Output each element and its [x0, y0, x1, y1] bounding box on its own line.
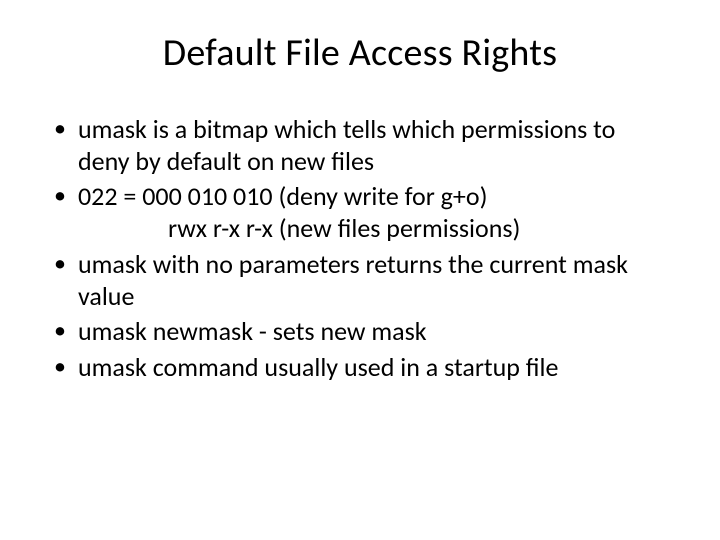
list-item: umask is a bitmap which tells which perm…: [48, 114, 672, 177]
slide-title: Default File Access Rights: [48, 30, 672, 76]
bullet-text: umask is a bitmap which tells which perm…: [78, 113, 615, 177]
list-item: umask command usually used in a startup …: [48, 352, 672, 384]
bullet-text: 022 = 000 010 010 (deny write for g+o): [78, 180, 487, 212]
list-item: umask with no parameters returns the cur…: [48, 249, 672, 312]
bullet-list: umask is a bitmap which tells which perm…: [48, 114, 672, 384]
list-item: 022 = 000 010 010 (deny write for g+o) r…: [48, 181, 672, 244]
bullet-text: umask command usually used in a startup …: [78, 351, 558, 383]
slide: Default File Access Rights umask is a bi…: [0, 0, 720, 540]
list-item: umask newmask - sets new mask: [48, 316, 672, 348]
bullet-text: umask with no parameters returns the cur…: [78, 248, 628, 312]
bullet-text: umask newmask - sets new mask: [78, 315, 427, 347]
bullet-subtext: rwx r-x r-x (new files permissions): [78, 213, 672, 245]
